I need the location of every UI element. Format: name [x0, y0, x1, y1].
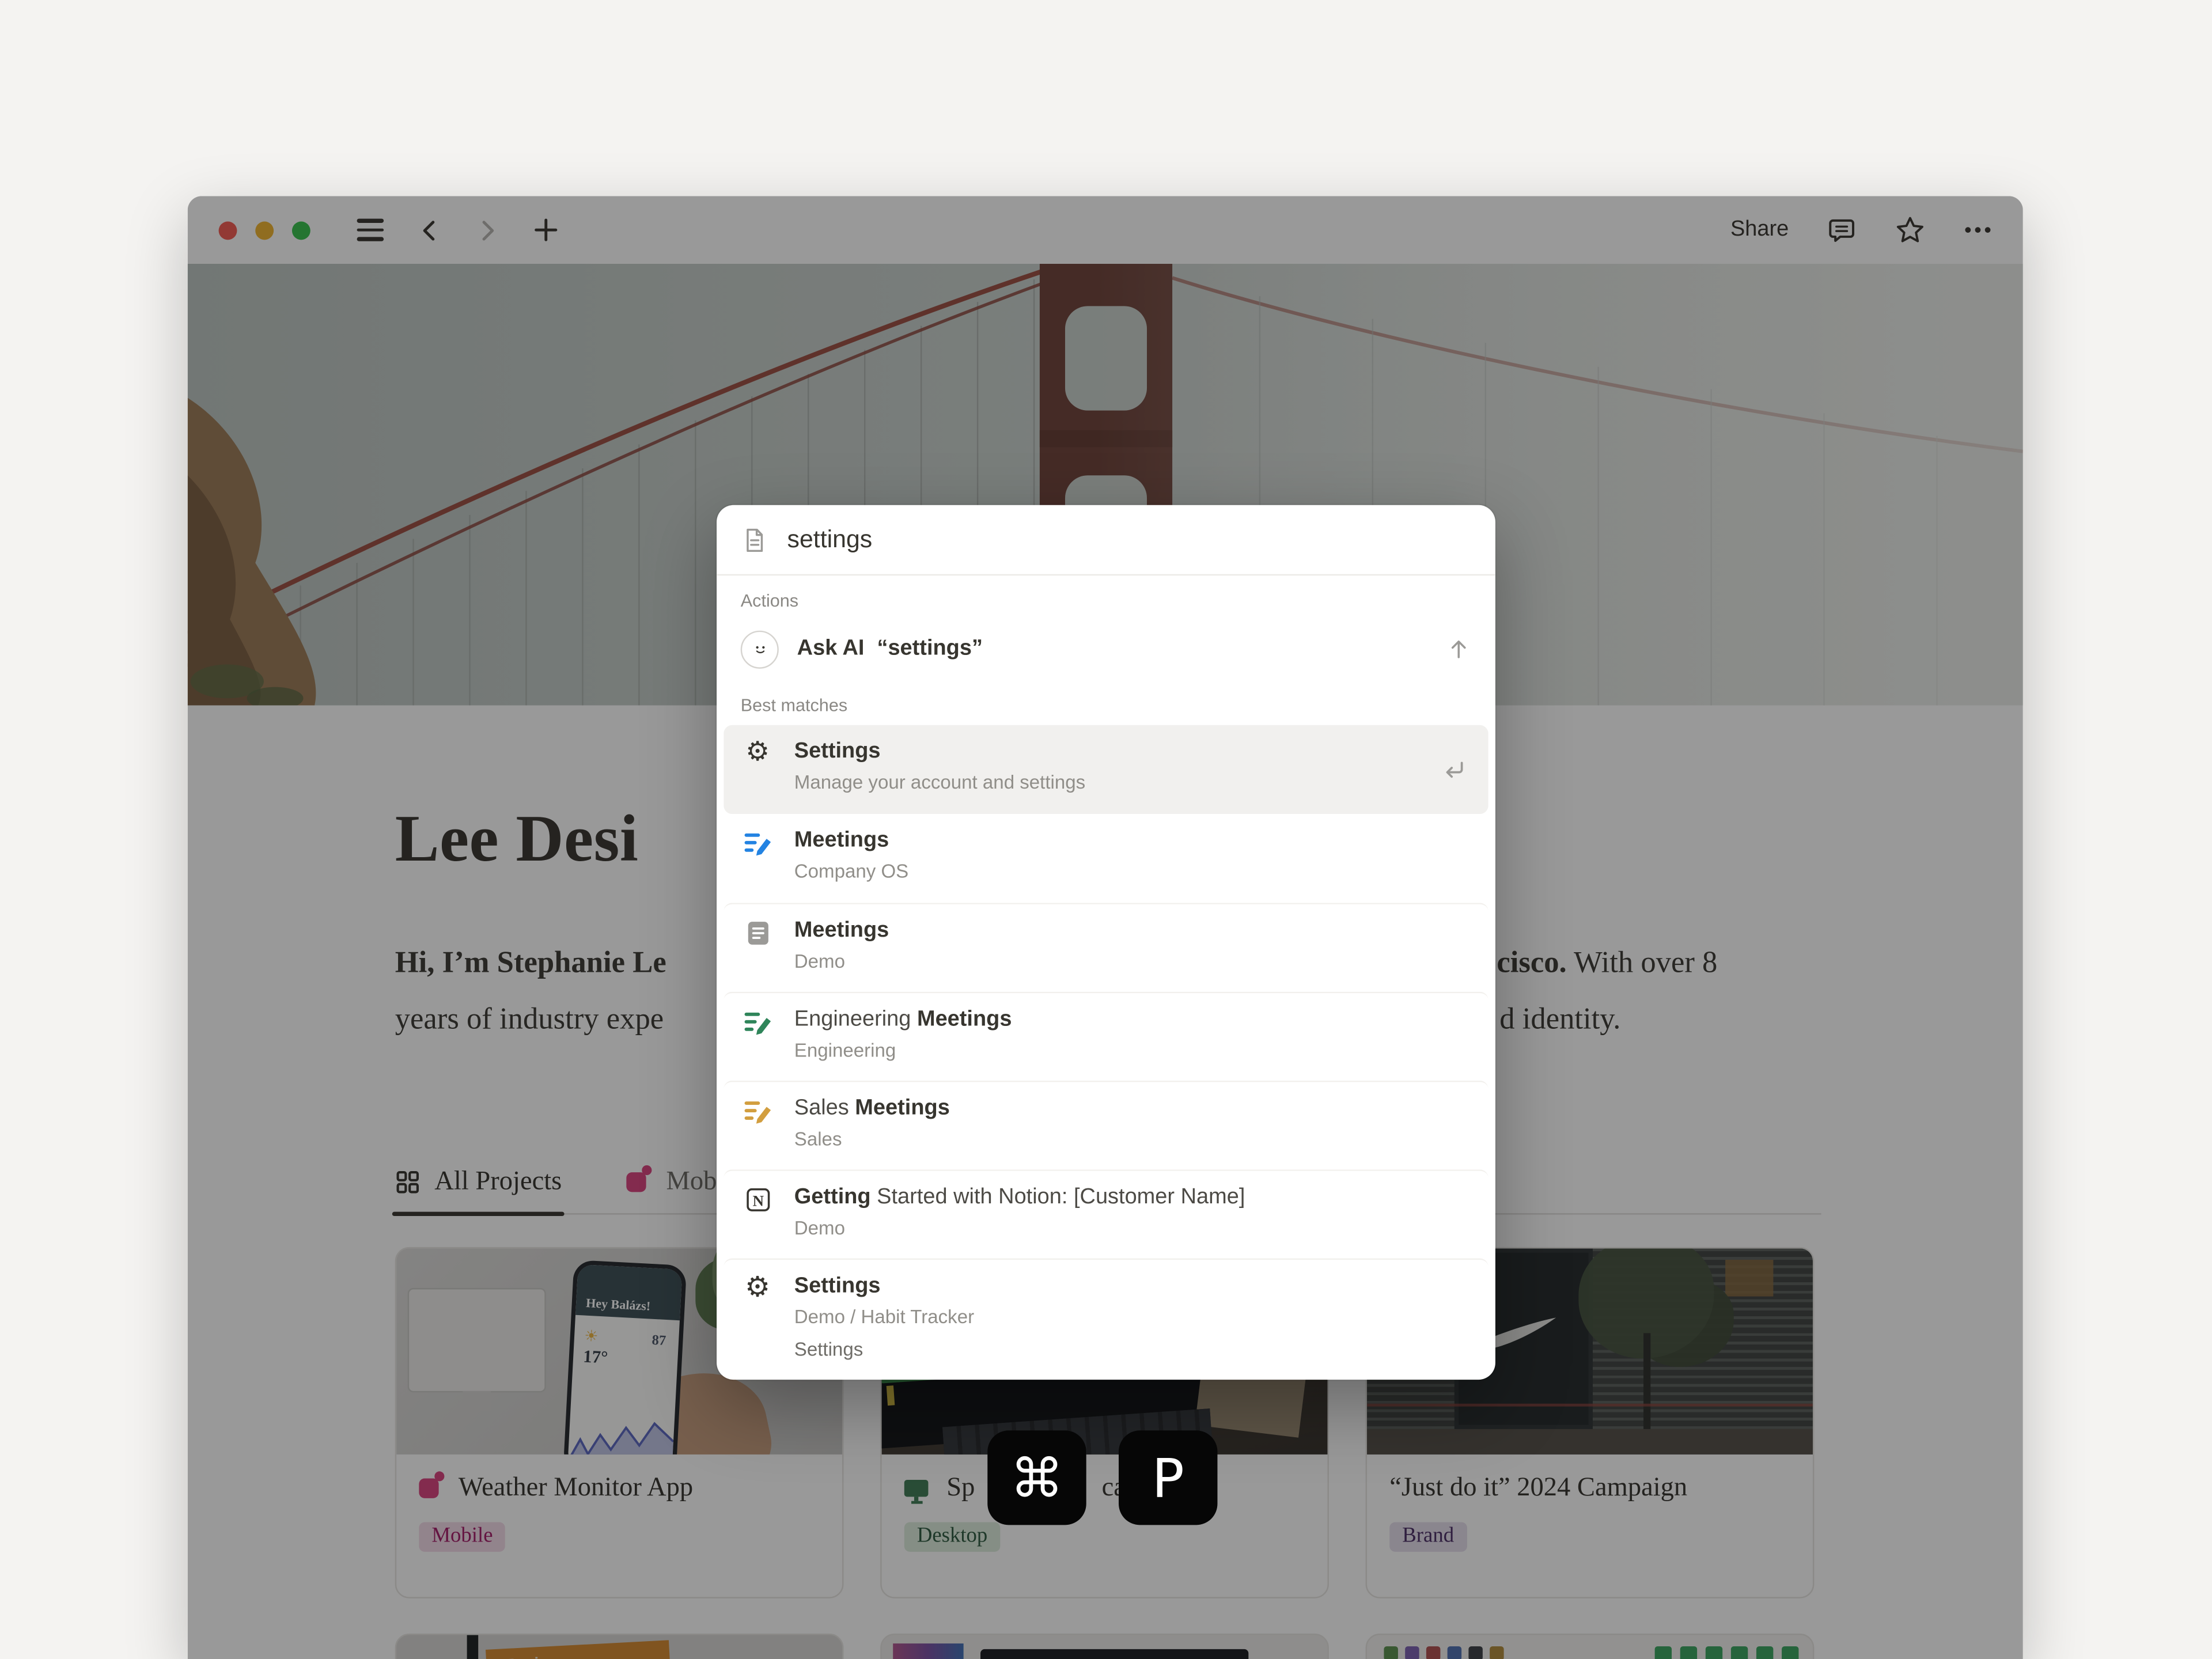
page-search-icon: [741, 525, 769, 554]
search-results-list: ⚙ Settings Manage your account and setting…: [717, 722, 1495, 1363]
result-title: Meetings: [794, 917, 889, 945]
keycap-command: ⌘: [987, 1430, 1086, 1525]
search-query-text: settings: [787, 525, 873, 554]
intro-line1-left: Hi, I’m Stephanie Le: [395, 934, 666, 990]
meeting-notes-icon: [742, 828, 773, 859]
phone-mockup: Hey Balázs! ☀ 17° 87: [563, 1260, 687, 1455]
card-sliver-1[interactable]: Basic: [395, 1634, 844, 1659]
result-subtitle: Engineering: [794, 1038, 1012, 1062]
desktop-monitor-icon: [904, 1480, 929, 1497]
notion-logo-icon: N: [743, 1185, 772, 1214]
result-subtitle: Demo / Habit Tracker: [794, 1305, 974, 1329]
new-page-icon[interactable]: [533, 217, 559, 243]
more-options-icon[interactable]: [1964, 226, 1992, 234]
traffic-light-close[interactable]: [219, 221, 237, 239]
result-subtitle: Manage your account and settings: [794, 770, 1085, 794]
phone-humidity: 87: [652, 1333, 666, 1349]
result-title: Meetings: [794, 827, 908, 855]
comments-icon[interactable]: [1827, 215, 1856, 244]
svg-text:N: N: [752, 1192, 763, 1210]
result-title: Getting Started with Notion: [Customer N…: [794, 1184, 1245, 1212]
card-tag-brand[interactable]: Brand: [1389, 1522, 1467, 1551]
result-title: Settings: [794, 1272, 974, 1301]
gear-filled-icon: ⚙: [745, 1274, 770, 1301]
grid-icon: [395, 1169, 421, 1195]
note-icon: [743, 918, 772, 948]
search-result[interactable]: Meetings Demo: [724, 903, 1488, 991]
sidebar-toggle-icon[interactable]: [357, 219, 384, 241]
forward-icon[interactable]: [475, 218, 499, 242]
meeting-notes-icon: [742, 1007, 773, 1039]
phone-greeting: Hey Balázs!: [575, 1264, 683, 1321]
mobile-app-icon: [419, 1479, 438, 1498]
search-result[interactable]: ⚙ Settings Demo / Habit Tracker Settings: [724, 1258, 1488, 1362]
window-glow: [1725, 1260, 1773, 1297]
traffic-light-zoom[interactable]: [292, 221, 310, 239]
page-title: Lee Desi: [395, 801, 639, 877]
card-sliver-2[interactable]: [880, 1634, 1329, 1659]
result-title: Settings: [794, 738, 1085, 766]
card-tag-mobile[interactable]: Mobile: [419, 1522, 505, 1551]
result-subtitle: Demo: [794, 1216, 1245, 1240]
shortcut-overlay: ⌘P: [987, 1430, 1217, 1525]
notion-window: Share: [188, 196, 2023, 1659]
app-icon-grid: [1384, 1646, 1503, 1659]
search-result[interactable]: ⚙ Settings Manage your account and setting…: [724, 725, 1488, 814]
search-result[interactable]: Meetings Company OS: [724, 814, 1488, 903]
gear-icon: ⚙: [745, 739, 770, 766]
back-icon[interactable]: [418, 218, 442, 242]
favorite-star-icon[interactable]: [1895, 214, 1926, 245]
intro-line2-right: d identity.: [1499, 990, 1620, 1047]
tab-all-projects[interactable]: All Projects: [392, 1151, 565, 1213]
best-matches-section-label: Best matches: [717, 680, 1495, 722]
window-toolbar: Share: [188, 196, 2023, 264]
tab-mobile[interactable]: Mob: [624, 1151, 719, 1213]
quick-search-dialog: settings Actions Ask AI “settings” Best …: [717, 505, 1495, 1380]
tab-label: All Projects: [434, 1166, 562, 1198]
project-cards-row2: Basic: [395, 1634, 2009, 1659]
result-title: Engineering Meetings: [794, 1006, 1012, 1034]
ask-ai-label: Ask AI: [797, 636, 865, 661]
result-subtitle: Company OS: [794, 859, 908, 883]
card-title: Weather Monitor App: [459, 1473, 693, 1504]
imac-silhouette: [408, 1288, 546, 1392]
phone-temperature: 17°: [582, 1346, 608, 1369]
result-snippet: Settings: [794, 1338, 974, 1362]
search-result[interactable]: Engineering Meetings Engineering: [724, 992, 1488, 1081]
result-subtitle: Demo: [794, 949, 889, 974]
card-tag-desktop[interactable]: Desktop: [904, 1522, 1001, 1551]
sun-icon: ☀: [584, 1327, 599, 1346]
up-arrow-icon: [1446, 636, 1471, 661]
search-result[interactable]: N Getting Started with Notion: [Customer …: [724, 1169, 1488, 1258]
keycap-p: P: [1119, 1430, 1217, 1525]
screenshot-stage: Share: [0, 0, 2212, 1659]
card-title: “Just do it” 2024 Campaign: [1389, 1473, 1687, 1504]
result-title: Sales Meetings: [794, 1094, 950, 1123]
result-subtitle: Sales: [794, 1127, 950, 1152]
mobile-app-icon: [627, 1172, 646, 1192]
card-sliver-3[interactable]: [1366, 1634, 1815, 1659]
enter-key-icon: [1440, 756, 1467, 783]
ask-ai-query: “settings”: [877, 636, 983, 661]
meeting-notes-icon: [742, 1096, 773, 1127]
intro-line2-left: years of industry expe: [395, 990, 664, 1047]
macbook-silhouette: [980, 1649, 1248, 1659]
traffic-light-minimize[interactable]: [255, 221, 274, 239]
tab-label: Mob: [666, 1166, 717, 1198]
ask-ai-action[interactable]: Ask AI “settings”: [724, 618, 1488, 680]
card-title-fragment-left: Sp: [946, 1473, 975, 1504]
ai-face-icon: [741, 630, 779, 668]
chart-wave: [567, 1405, 675, 1455]
laptop-screen-fragment: Basic: [486, 1640, 671, 1659]
search-input[interactable]: settings: [717, 505, 1495, 575]
intro-line1-right: cisco. With over 8: [1497, 934, 1717, 990]
actions-section-label: Actions: [717, 575, 1495, 618]
share-button[interactable]: Share: [1730, 217, 1789, 243]
green-icon-grid: [1655, 1646, 1799, 1659]
sidewalk: [1367, 1429, 1813, 1455]
search-result[interactable]: Sales Meetings Sales: [724, 1081, 1488, 1169]
